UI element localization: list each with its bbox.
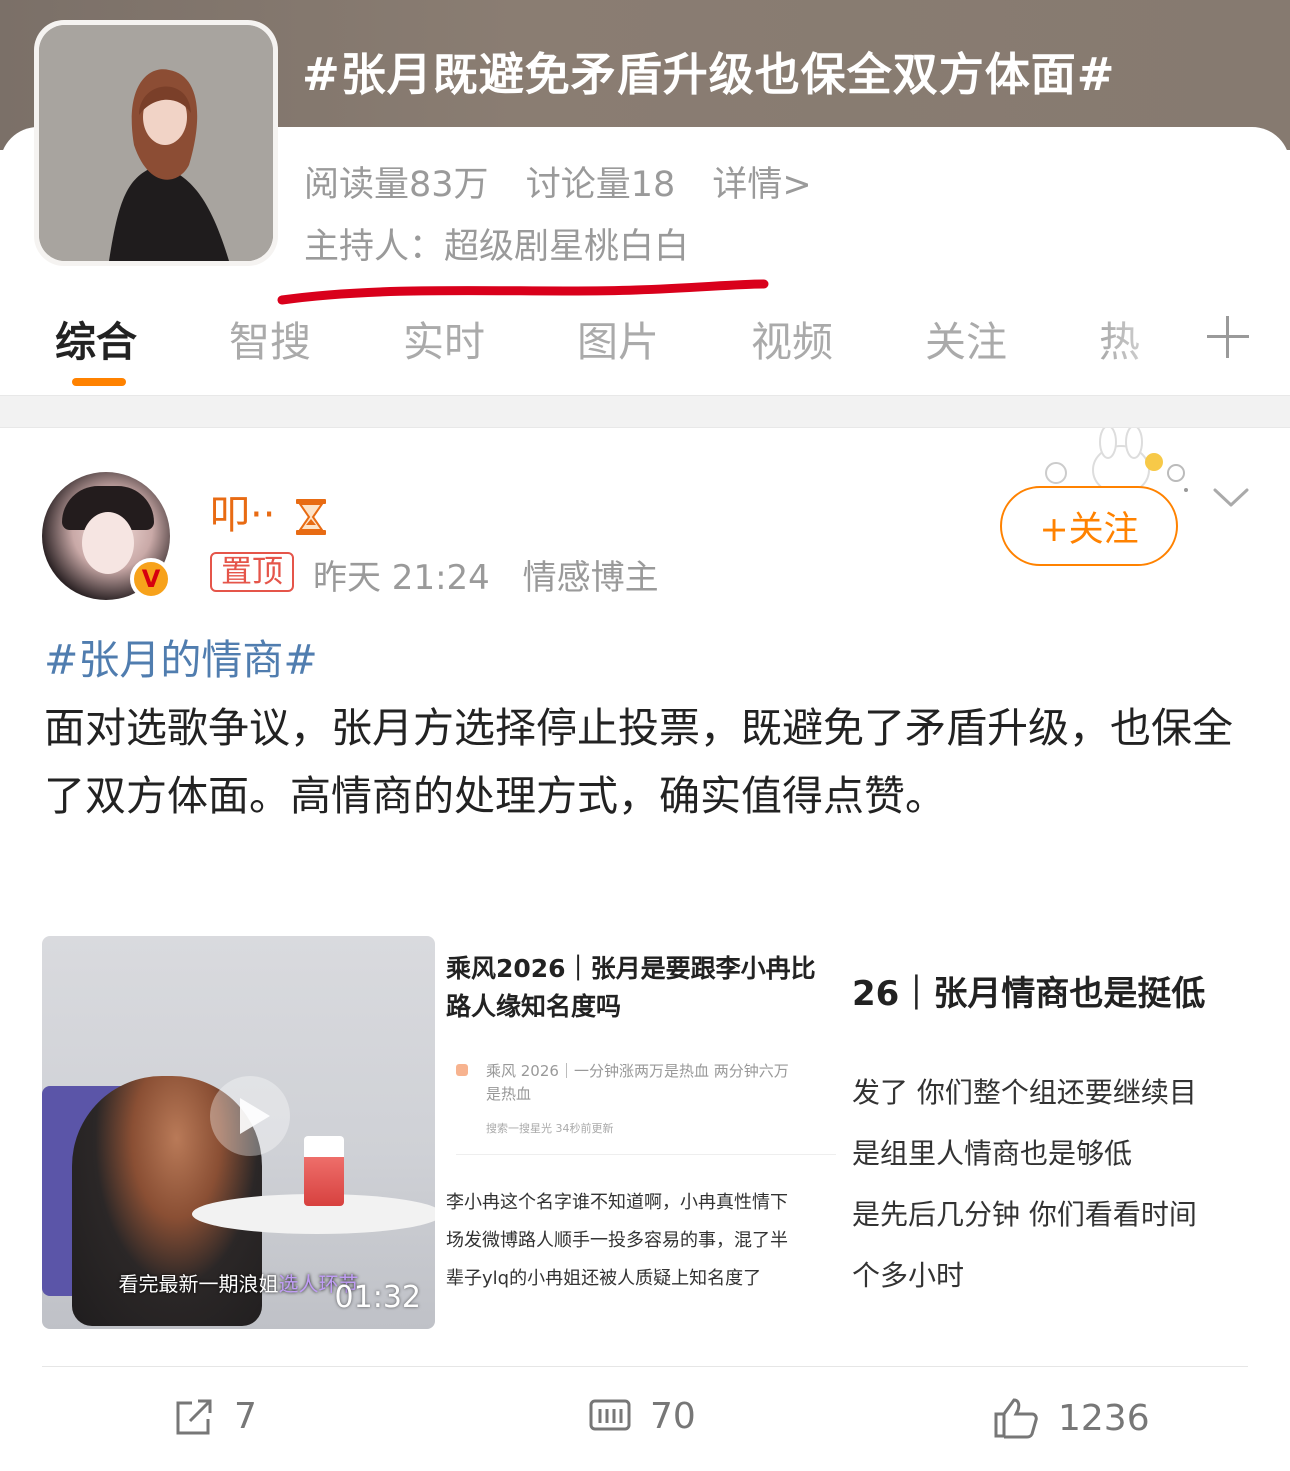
screenshot1-dot-icon <box>456 1064 468 1076</box>
post-text: 面对选歌争议，张月方选择停止投票，既避免了矛盾升级，也保全了双方体面。高情商的处… <box>44 704 1233 820</box>
screenshot1-body: 李小冉这个名字谁不知道啊，小冉真性情下 场发微博路人顺手一投多容易的事，混了半 … <box>446 1184 788 1298</box>
topic-cover-photo <box>39 25 273 261</box>
screenshot2-headline: 26｜张月情商也是挺低 <box>852 974 1206 1014</box>
chevron-down-icon[interactable] <box>1212 486 1250 510</box>
post-hashtag[interactable]: #张月的情商# <box>44 626 1254 694</box>
host-name[interactable]: 超级剧星桃白白 <box>444 227 689 267</box>
screenshot2-body-line: 是先后几分钟 你们看看时间 <box>852 1198 1197 1231</box>
action-divider <box>42 1366 1248 1367</box>
section-divider <box>0 395 1290 428</box>
action-bar: 7 70 1236 <box>0 1388 1290 1458</box>
screenshot2-body-line: 是组里人情商也是够低 <box>852 1137 1133 1170</box>
screenshot1-divider <box>456 1154 836 1155</box>
tab-fade-overlay <box>1100 300 1190 380</box>
topic-cover-image[interactable] <box>34 20 278 266</box>
topic-title: #张月既避免矛盾升级也保全双方体面# <box>302 48 1116 101</box>
topic-stats: 阅读量83万 讨论量18 详情> <box>304 156 838 207</box>
screenshot2-body: 发了 你们整个组还要继续目 是组里人情商也是够低 是先后几分钟 你们看看时间 个… <box>852 1062 1197 1306</box>
follow-button[interactable]: +关注 <box>1000 486 1178 566</box>
tab-realtime[interactable]: 实时 <box>403 308 485 368</box>
comment-count: 70 <box>650 1396 696 1437</box>
screenshot1-sub-line: 乘风 2026｜一分钟涨两万是热血 两分钟六万 <box>486 1062 789 1080</box>
screenshot1-sub: 乘风 2026｜一分钟涨两万是热血 两分钟六万 是热血 <box>486 1060 826 1106</box>
like-count: 1236 <box>1058 1397 1150 1439</box>
comment-button[interactable]: 70 <box>588 1396 696 1437</box>
host-label: 主持人： <box>304 227 445 267</box>
video-thumbnail[interactable]: 看完最新一期浪姐选人环节 01:32 <box>42 936 435 1329</box>
screenshot2-body-line: 发了 你们整个组还要继续目 <box>852 1076 1197 1109</box>
post-body: #张月的情商# 面对选歌争议，张月方选择停止投票，既避免了矛盾升级，也保全了双方… <box>44 626 1254 830</box>
tab-smart-search[interactable]: 智搜 <box>229 308 311 368</box>
play-icon[interactable] <box>210 1076 290 1156</box>
verified-badge-icon: V <box>130 558 172 600</box>
repost-button[interactable]: 7 <box>172 1396 257 1437</box>
screenshot1-headline: 乘风2026｜张月是要跟李小冉比 路人缘知名度吗 <box>446 950 816 1026</box>
active-tab-indicator <box>72 378 126 386</box>
video-duration: 01:32 <box>334 1280 421 1315</box>
screenshot1-meta: 搜索一搜星光 34秒前更新 <box>486 1122 614 1135</box>
post-meta: 昨天 21:24 情感博主 <box>313 550 681 599</box>
pinned-badge: 置顶 <box>210 552 294 592</box>
tab-images[interactable]: 图片 <box>577 308 659 368</box>
screenshot-image-2[interactable]: 26｜张月情商也是挺低 发了 你们整个组还要继续目 是组里人情商也是够低 是先后… <box>852 936 1248 1329</box>
username-text: 叩·· <box>210 492 276 538</box>
details-link[interactable]: 详情> <box>712 165 811 205</box>
hourglass-icon <box>296 499 327 535</box>
screenshot1-body-line: 李小冉这个名字谁不知道啊，小冉真性情下 <box>446 1192 788 1213</box>
screenshot1-headline-line: 路人缘知名度吗 <box>446 992 622 1021</box>
tab-bar: 综合 智搜 实时 图片 视频 关注 热 <box>0 300 1290 395</box>
screenshot1-sub-line: 是热血 <box>486 1085 532 1103</box>
author-tag: 情感博主 <box>522 558 659 598</box>
plus-icon[interactable] <box>1205 314 1251 360</box>
comment-icon <box>589 1399 631 1430</box>
tab-comprehensive[interactable]: 综合 <box>55 308 137 368</box>
like-button[interactable]: 1236 <box>992 1396 1150 1440</box>
read-count: 阅读量83万 <box>304 165 489 205</box>
screenshot1-body-line: 场发微博路人顺手一投多容易的事，混了半 <box>446 1230 788 1251</box>
video-caption-text: 看完最新一期浪姐 <box>118 1272 279 1296</box>
tab-following[interactable]: 关注 <box>925 308 1007 368</box>
screenshot-image-1[interactable]: 乘风2026｜张月是要跟李小冉比 路人缘知名度吗 乘风 2026｜一分钟涨两万是… <box>446 936 846 1329</box>
discussion-count: 讨论量18 <box>525 165 676 205</box>
screenshot1-headline-line: 乘风2026｜张月是要跟李小冉比 <box>446 954 816 983</box>
screenshot2-body-line: 个多小时 <box>852 1259 965 1292</box>
thumbs-up-icon <box>994 1398 1038 1439</box>
topic-host: 主持人：超级剧星桃白白 <box>304 218 689 269</box>
screenshot1-body-line: 辈子ylq的小冉姐还被人质疑上知名度了 <box>446 1268 762 1289</box>
repost-icon <box>176 1399 212 1434</box>
username[interactable]: 叩·· <box>210 482 328 540</box>
media-grid: 看完最新一期浪姐选人环节 01:32 乘风2026｜张月是要跟李小冉比 路人缘知… <box>42 936 1248 1330</box>
tab-videos[interactable]: 视频 <box>751 308 833 368</box>
post-card: V 叩·· 置顶 昨天 21:24 情感博主 +关注 #张月的情商# 面对选歌争… <box>0 428 1290 1471</box>
post-time: 昨天 21:24 <box>313 558 490 598</box>
repost-count: 7 <box>234 1396 257 1437</box>
